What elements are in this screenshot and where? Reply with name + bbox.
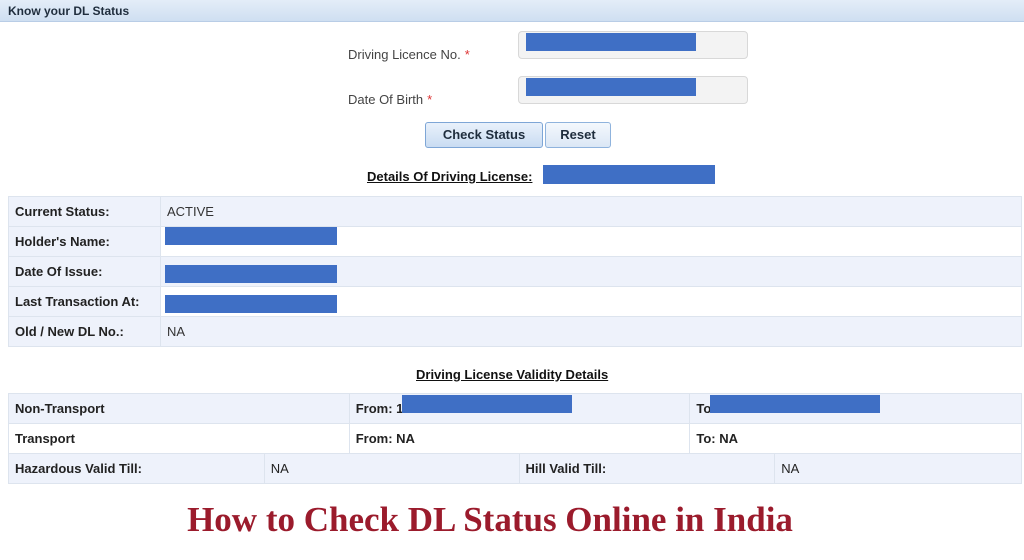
- table-row: Hazardous Valid Till: NA Hill Valid Till…: [8, 453, 1022, 484]
- transport-to: To: NA: [689, 423, 1022, 454]
- transport-from: From: NA: [348, 423, 691, 454]
- current-status-label: Current Status:: [8, 196, 161, 227]
- hazardous-value: NA: [263, 453, 520, 484]
- non-transport-from: From: 1: [348, 393, 691, 424]
- hazardous-label: Hazardous Valid Till:: [8, 453, 265, 484]
- licence-heading-redaction: [543, 165, 715, 184]
- page-header: Know your DL Status: [0, 0, 1024, 22]
- date-of-issue-redaction: [165, 265, 337, 283]
- validity-table: Non-Transport From: 1 To: Transport From…: [8, 393, 1022, 484]
- page-title: Know your DL Status: [8, 4, 130, 18]
- dob-redaction: [526, 78, 696, 96]
- check-status-button[interactable]: Check Status: [425, 122, 543, 148]
- table-row: Non-Transport From: 1 To:: [8, 393, 1022, 424]
- old-new-dl-label: Old / New DL No.:: [8, 316, 161, 347]
- last-transaction-label: Last Transaction At:: [8, 286, 161, 317]
- licence-number-label: Driving Licence No. *: [348, 47, 470, 62]
- reset-button[interactable]: Reset: [545, 122, 611, 148]
- last-transaction-value: [160, 286, 1022, 317]
- table-row: Old / New DL No.: NA: [8, 316, 1022, 347]
- hill-value: NA: [774, 453, 1022, 484]
- old-new-dl-value: NA: [160, 316, 1022, 347]
- details-table: Current Status: ACTIVE Holder's Name: Da…: [8, 196, 1022, 347]
- non-transport-to-redaction: [710, 395, 881, 413]
- table-row: Date Of Issue:: [8, 256, 1022, 287]
- hill-label: Hill Valid Till:: [518, 453, 776, 484]
- last-transaction-redaction: [165, 295, 337, 313]
- current-status-value: ACTIVE: [160, 196, 1022, 227]
- non-transport-label: Non-Transport: [8, 393, 350, 424]
- non-transport-from-redaction: [401, 395, 572, 413]
- date-of-issue-label: Date Of Issue:: [8, 256, 161, 287]
- table-row: Transport From: NA To: NA: [8, 423, 1022, 454]
- holder-name-label: Holder's Name:: [8, 226, 161, 257]
- table-row: Holder's Name:: [8, 226, 1022, 257]
- table-row: Current Status: ACTIVE: [8, 196, 1022, 227]
- holder-name-redaction: [165, 227, 337, 245]
- non-transport-to: To:: [689, 393, 1022, 424]
- holder-name-value: [160, 226, 1022, 257]
- details-heading: Details Of Driving License:: [367, 169, 533, 184]
- table-row: Last Transaction At:: [8, 286, 1022, 317]
- caption-title: How to Check DL Status Online in India: [187, 500, 793, 539]
- licence-number-redaction: [526, 33, 696, 51]
- date-of-issue-value: [160, 256, 1022, 287]
- validity-heading: Driving License Validity Details: [416, 367, 609, 382]
- transport-label: Transport: [8, 423, 350, 454]
- dob-label: Date Of Birth *: [348, 92, 433, 107]
